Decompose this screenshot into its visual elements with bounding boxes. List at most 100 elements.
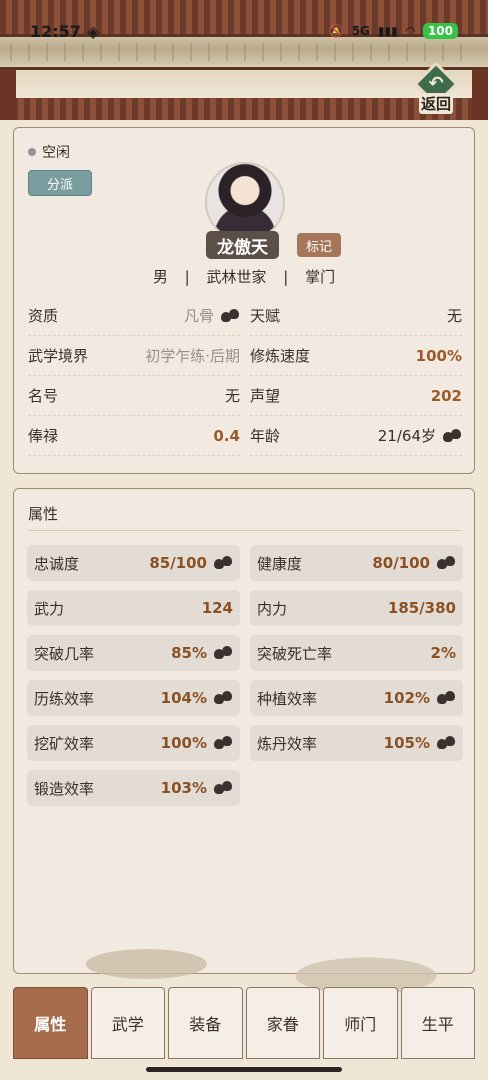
network-type: 5G — [351, 24, 370, 38]
info-cell: 资质 凡骨 — [28, 296, 240, 336]
attribute-row: 武力 124 内力 185/380 — [27, 590, 463, 626]
right-pillar — [472, 70, 488, 120]
info-row: 资质 凡骨 天赋 无 — [28, 296, 462, 336]
tab-sect[interactable]: 师门 — [323, 987, 398, 1059]
battery-indicator: 100 — [422, 23, 458, 39]
info-value: 凡骨 — [183, 307, 214, 325]
info-cell: 年龄 21/64岁 — [250, 416, 462, 456]
character-name: 龙傲天 — [206, 231, 279, 259]
info-label: 资质 — [28, 307, 59, 325]
state-indicator: 空闲 — [28, 142, 70, 162]
attribute-value: 105% — [383, 734, 430, 752]
tab-attributes[interactable]: 属性 — [13, 987, 88, 1059]
attribute-label: 炼丹效率 — [257, 734, 318, 753]
attribute-row: 历练效率 104% 种植效率 102% — [27, 680, 463, 716]
attribute-label: 种植效率 — [257, 689, 318, 708]
attribute-value: 103% — [160, 779, 207, 797]
bottom-tab-bar: 属性 武学 装备 家眷 师门 生平 — [13, 987, 475, 1059]
attribute-value: 85% — [171, 644, 207, 662]
info-label: 修炼速度 — [250, 347, 311, 365]
origin: 武林世家 — [206, 268, 267, 286]
info-row: 名号 无声望 202 — [28, 376, 462, 416]
tab-equipment[interactable]: 装备 — [168, 987, 243, 1059]
tab-family[interactable]: 家眷 — [245, 987, 320, 1059]
attribute-label: 忠诚度 — [34, 554, 80, 573]
profile-card: 空闲 分派 龙傲天 标记 男 | 武林世家 | 掌门 资质 凡骨 天赋无武学境界 初学… — [13, 127, 475, 474]
info-label: 俸禄 — [28, 427, 59, 445]
back-button[interactable]: ↶ 返回 — [410, 61, 462, 114]
info-value: 100% — [415, 346, 462, 365]
state-dot-icon — [28, 148, 36, 156]
avatar — [205, 162, 285, 242]
attribute-row: 锻造效率 103% — [27, 770, 463, 806]
info-value: 202 — [430, 386, 462, 405]
state-label: 空闲 — [42, 145, 70, 161]
attribute-cell: 武力 124 — [27, 590, 240, 626]
identity-line: 男 | 武林世家 | 掌门 — [14, 266, 474, 287]
status-right: 🔕 5G ▮▮▮ ◠ 100 — [329, 23, 458, 39]
attribute-value: 104% — [160, 689, 207, 707]
dice-icon[interactable] — [213, 735, 233, 751]
attribute-cell: 忠诚度 85/100 — [27, 545, 240, 581]
attribute-label: 突破死亡率 — [257, 644, 333, 663]
status-time: 12:57 — [30, 21, 81, 41]
attribute-cell: 挖矿效率 100% — [27, 725, 240, 761]
mute-icon: 🔕 — [328, 24, 344, 38]
attribute-cell: 种植效率 102% — [250, 680, 463, 716]
attribute-value: 85/100 — [149, 554, 207, 572]
info-grid: 资质 凡骨 天赋无武学境界 初学乍练·后期 修炼速度 100% 名号无声望 202 俸禄 0.4 年… — [28, 296, 462, 456]
bottom-decoration — [0, 880, 488, 1000]
attribute-cell: 炼丹效率 105% — [250, 725, 463, 761]
attribute-label: 锻造效率 — [34, 779, 95, 798]
section-divider — [28, 530, 462, 531]
gender: 男 — [152, 268, 168, 286]
role: 掌门 — [305, 268, 336, 286]
attribute-row: 挖矿效率 100% 炼丹效率 105% — [27, 725, 463, 761]
dice-icon[interactable] — [442, 428, 462, 444]
info-cell: 天赋 无 — [250, 296, 462, 336]
info-cell: 修炼速度 100% — [250, 336, 462, 376]
mark-button[interactable]: 标记 — [297, 233, 342, 257]
attribute-value: 185/380 — [387, 599, 456, 617]
info-cell: 武学境界 初学乍练·后期 — [28, 336, 240, 376]
tab-biography[interactable]: 生平 — [400, 987, 475, 1059]
info-value: 无 — [224, 387, 240, 405]
tab-martial-arts[interactable]: 武学 — [90, 987, 165, 1059]
faction-button[interactable]: 分派 — [28, 170, 92, 196]
attribute-row: 忠诚度 85/100 健康度 80/100 — [27, 545, 463, 581]
attribute-label: 突破几率 — [34, 644, 95, 663]
info-label: 声望 — [250, 387, 281, 405]
info-label: 名号 — [28, 387, 59, 405]
signal-icon: ▮▮▮ — [377, 24, 398, 38]
dice-icon[interactable] — [436, 690, 456, 706]
dice-icon[interactable] — [213, 690, 233, 706]
info-value: 21/64岁 — [377, 427, 436, 445]
attribute-value: 100% — [160, 734, 207, 752]
attribute-cell: 突破死亡率 2% — [250, 635, 463, 671]
info-label: 年龄 — [250, 427, 281, 445]
dice-icon[interactable] — [436, 555, 456, 571]
attribute-row: 突破几率 85% 突破死亡率 2% — [27, 635, 463, 671]
attribute-value: 80/100 — [372, 554, 430, 572]
attribute-label: 历练效率 — [34, 689, 95, 708]
attribute-label: 挖矿效率 — [34, 734, 95, 753]
section-title: 属性 — [28, 505, 59, 523]
info-label: 天赋 — [250, 307, 281, 325]
attribute-cell: 健康度 80/100 — [250, 545, 463, 581]
info-row: 俸禄 0.4 年龄 21/64岁 — [28, 416, 462, 456]
info-cell: 名号 无 — [28, 376, 240, 416]
attribute-value: 102% — [383, 689, 430, 707]
attribute-cell: 历练效率 104% — [27, 680, 240, 716]
attribute-cell: 锻造效率 103% — [27, 770, 240, 806]
back-label: 返回 — [418, 93, 453, 114]
separator: | — [184, 268, 190, 286]
dice-icon[interactable] — [213, 645, 233, 661]
dice-icon[interactable] — [213, 780, 233, 796]
dice-icon[interactable] — [220, 308, 240, 324]
wifi-icon: ◠ — [405, 24, 415, 38]
attribute-value: 124 — [201, 599, 233, 617]
dice-icon[interactable] — [213, 555, 233, 571]
home-indicator[interactable] — [146, 1067, 342, 1072]
info-cell: 俸禄 0.4 — [28, 416, 240, 456]
dice-icon[interactable] — [436, 735, 456, 751]
